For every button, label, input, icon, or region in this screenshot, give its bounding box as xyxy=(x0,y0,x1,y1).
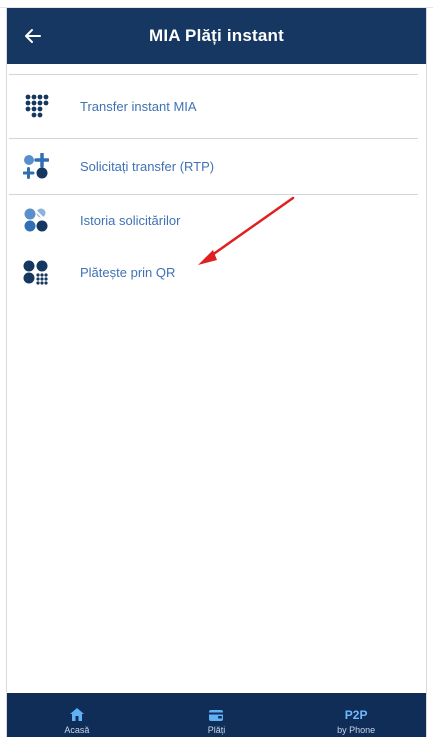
menu-item-request-transfer[interactable]: Solicitați transfer (RTP) xyxy=(7,142,426,190)
tab-p2p[interactable]: P2P by Phone xyxy=(287,708,425,737)
tab-home[interactable]: Acasă xyxy=(8,707,146,737)
back-button[interactable] xyxy=(19,22,47,50)
app-bar: MIA Plăți instant xyxy=(7,8,426,64)
tab-label: by Phone xyxy=(337,725,376,735)
menu-item-label: Plătește prin QR xyxy=(80,264,176,280)
tab-label: Acasă xyxy=(64,725,90,735)
arrow-left-icon xyxy=(25,29,41,43)
page-title: MIA Plăți instant xyxy=(148,26,284,45)
menu-item-request-history[interactable]: Istoria solicitărilor xyxy=(7,196,426,244)
app-screen: MIA Plăți instant Transfer instant MIA S… xyxy=(6,8,427,737)
menu-item-pay-qr[interactable]: Plătește prin QR xyxy=(7,248,426,296)
request-transfer-icon xyxy=(23,153,49,179)
bottom-nav: Acasă Plăți P2P by Phone xyxy=(7,693,426,737)
menu-item-label: Transfer instant MIA xyxy=(80,98,197,114)
menu-item-label: Istoria solicitărilor xyxy=(80,212,181,228)
divider xyxy=(9,194,418,195)
home-icon xyxy=(69,708,84,721)
dots-grid-icon xyxy=(25,94,49,118)
qr-pay-icon xyxy=(23,260,48,285)
tab-label: Plăți xyxy=(207,725,226,735)
p2p-badge: P2P xyxy=(344,708,368,722)
divider xyxy=(9,74,418,75)
divider xyxy=(9,138,418,139)
tab-payments[interactable]: Plăți xyxy=(147,707,285,737)
menu-item-label: Solicitați transfer (RTP) xyxy=(80,158,215,174)
menu-item-transfer-instant[interactable]: Transfer instant MIA xyxy=(7,82,426,130)
wallet-icon xyxy=(209,710,224,721)
history-requests-icon xyxy=(24,208,48,232)
status-strip xyxy=(0,0,433,8)
